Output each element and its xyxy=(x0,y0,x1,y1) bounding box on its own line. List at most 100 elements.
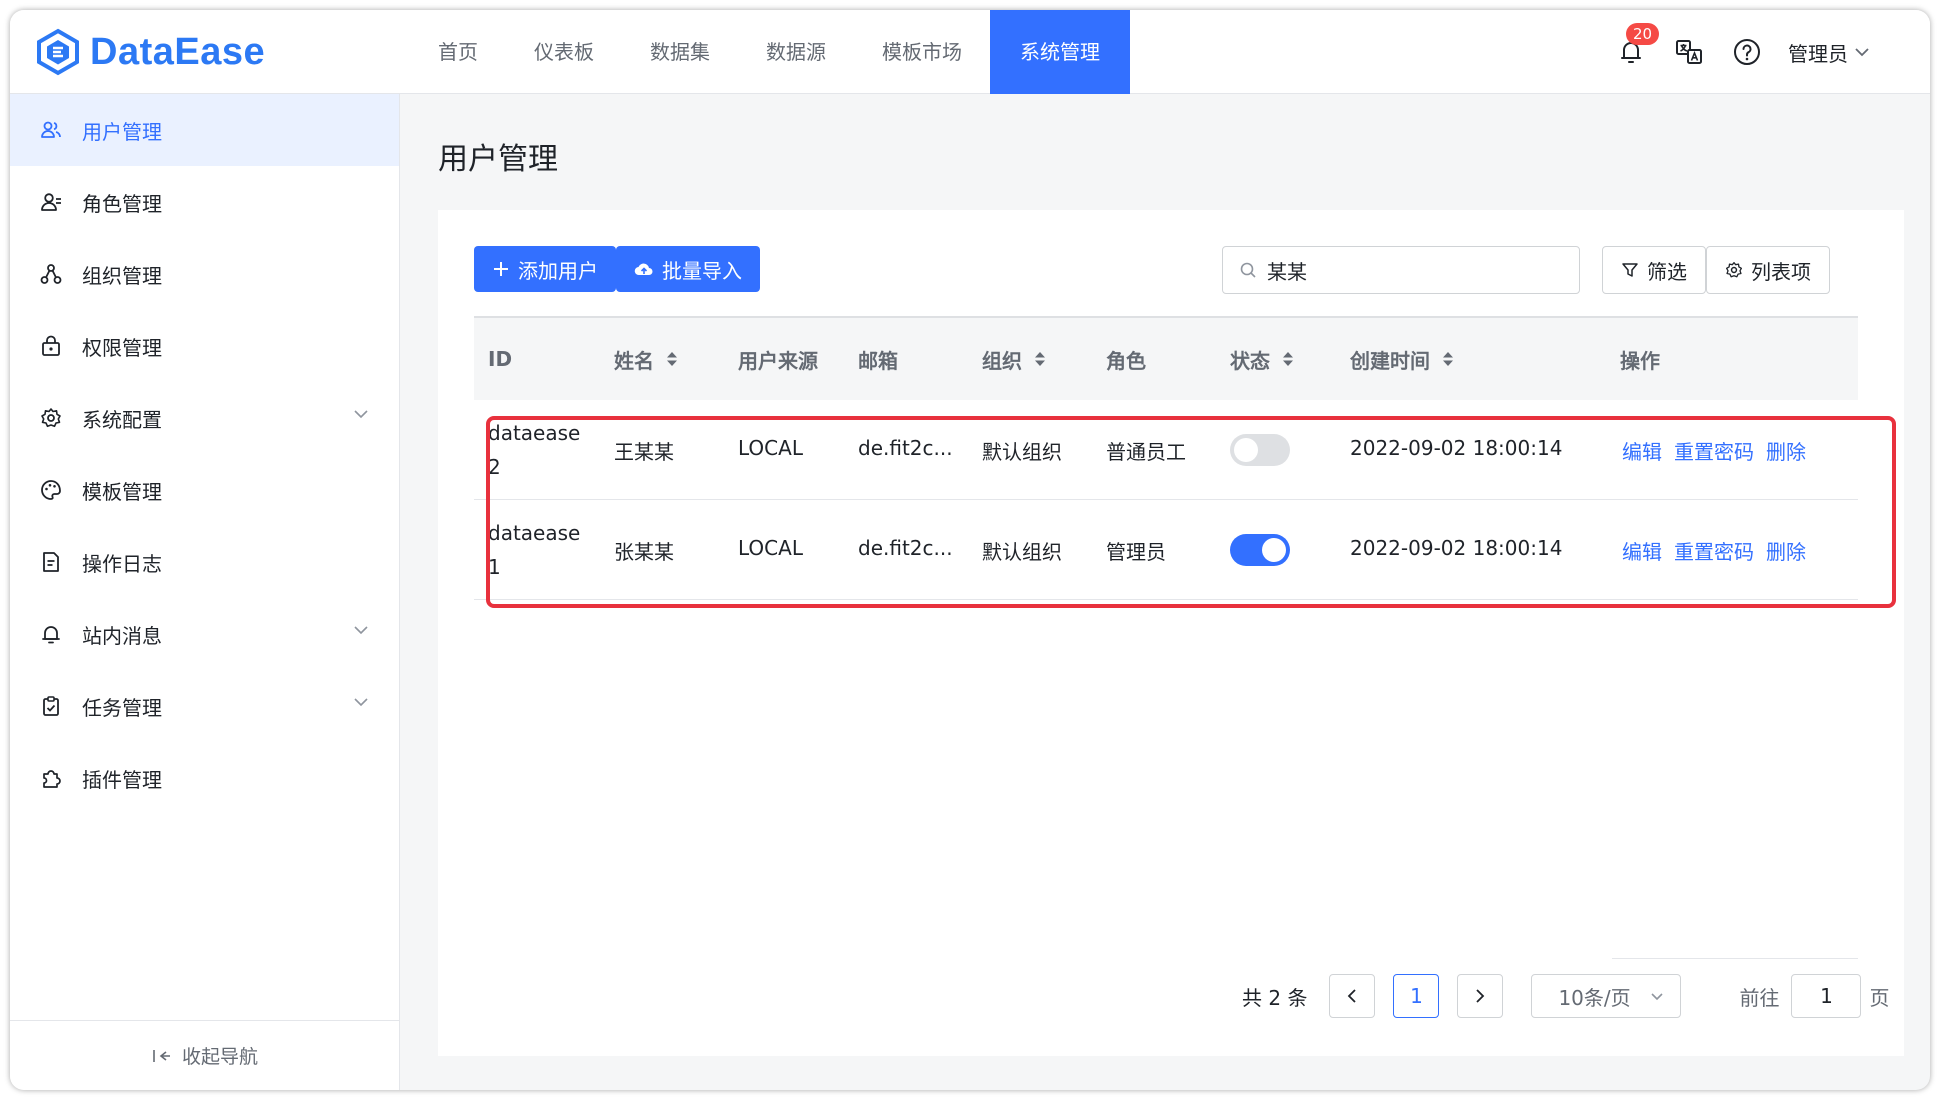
translate-icon xyxy=(1676,40,1702,64)
sort-icon xyxy=(667,352,677,366)
logo-text: DataEase xyxy=(90,30,266,73)
top-nav: 首页 仪表板 数据集 数据源 模板市场 系统管理 xyxy=(410,10,1130,94)
delete-link[interactable]: 删除 xyxy=(1766,540,1806,564)
sidebar-item-label: 系统配置 xyxy=(82,407,162,432)
cell-id: dataease 1 xyxy=(488,521,581,579)
filter-icon xyxy=(1622,263,1638,277)
column-header-id: ID xyxy=(488,347,513,371)
plugin-icon xyxy=(40,767,62,789)
edit-link[interactable]: 编辑 xyxy=(1622,540,1662,564)
table-row: dataease 2 王某某 LOCAL de.fit2c... 默认组织 普通员… xyxy=(474,400,1858,500)
next-page-button[interactable] xyxy=(1457,974,1504,1018)
sidebar-item-label: 组织管理 xyxy=(82,263,162,288)
edit-link[interactable]: 编辑 xyxy=(1622,440,1662,464)
sidebar-item-org-management[interactable]: 组织管理 xyxy=(10,238,399,310)
sidebar-item-site-messages[interactable]: 站内消息 xyxy=(10,598,399,670)
add-user-button[interactable]: 添加用户 xyxy=(474,246,616,292)
page-title: 用户管理 xyxy=(438,142,558,177)
dataease-logo-icon xyxy=(37,28,79,76)
collapse-nav-button[interactable]: 收起导航 xyxy=(10,1020,400,1090)
cell-id: dataease 2 xyxy=(488,421,581,479)
sidebar-item-role-management[interactable]: 角色管理 xyxy=(10,166,399,238)
help-button[interactable] xyxy=(1732,37,1762,67)
nav-datasource[interactable]: 数据源 xyxy=(738,10,854,94)
chevron-down-icon xyxy=(354,410,368,419)
sort-icon xyxy=(1283,352,1293,366)
user-table: ID 姓名 用户来源 邮箱 组织 角色 状态 创建时间 操作 dataease 2 xyxy=(474,316,1858,600)
palette-icon xyxy=(40,479,62,501)
sidebar-item-operation-log[interactable]: 操作日志 xyxy=(10,526,399,598)
column-header-name[interactable]: 姓名 xyxy=(614,345,678,374)
sidebar: 用户管理 角色管理 组织管理 权限管理 系统配置 模板管理 操作日志 站内消息 … xyxy=(10,94,400,1090)
user-list-card: 添加用户 批量导入 筛选 列表项 ID 姓名 用户来源 邮箱 xyxy=(438,210,1904,1056)
sidebar-item-label: 任务管理 xyxy=(82,695,162,720)
sidebar-item-label: 模板管理 xyxy=(82,479,162,504)
app-window: DataEase 首页 仪表板 数据集 数据源 模板市场 系统管理 20 管理员… xyxy=(10,10,1930,1090)
batch-import-button[interactable]: 批量导入 xyxy=(616,246,760,292)
role-icon xyxy=(40,191,62,213)
logo[interactable]: DataEase xyxy=(34,26,265,78)
sidebar-item-label: 站内消息 xyxy=(82,623,162,648)
chevron-right-icon xyxy=(1476,989,1485,1003)
cell-name: 张某某 xyxy=(614,540,674,564)
reset-password-link[interactable]: 重置密码 xyxy=(1674,540,1754,564)
help-icon xyxy=(1734,39,1760,65)
nav-home[interactable]: 首页 xyxy=(410,10,506,94)
sidebar-item-system-config[interactable]: 系统配置 xyxy=(10,382,399,454)
table-header: ID 姓名 用户来源 邮箱 组织 角色 状态 创建时间 操作 xyxy=(474,316,1858,400)
nav-dataset[interactable]: 数据集 xyxy=(622,10,738,94)
filter-button[interactable]: 筛选 xyxy=(1602,246,1706,294)
notification-button[interactable]: 20 xyxy=(1616,23,1660,67)
status-toggle[interactable] xyxy=(1230,534,1290,566)
column-settings-label: 列表项 xyxy=(1751,259,1811,284)
nav-dashboard[interactable]: 仪表板 xyxy=(506,10,622,94)
chevron-down-icon xyxy=(354,698,368,707)
chevron-left-icon xyxy=(1348,989,1357,1003)
clipboard-icon xyxy=(40,695,62,717)
notification-badge: 20 xyxy=(1626,23,1660,45)
sidebar-item-label: 权限管理 xyxy=(82,335,162,360)
pagination: 共 2 条 1 10条/页 前往 页 xyxy=(1242,974,1889,1018)
sidebar-item-template-management[interactable]: 模板管理 xyxy=(10,454,399,526)
nav-template-market[interactable]: 模板市场 xyxy=(854,10,990,94)
sidebar-item-task-management[interactable]: 任务管理 xyxy=(10,670,399,742)
goto-page-input[interactable] xyxy=(1791,974,1862,1018)
column-header-status[interactable]: 状态 xyxy=(1230,345,1294,374)
filter-label: 筛选 xyxy=(1647,259,1687,284)
collapse-arrow-icon xyxy=(153,1049,170,1062)
goto-prefix: 前往 xyxy=(1739,985,1780,1010)
chevron-down-icon xyxy=(354,626,368,635)
status-toggle[interactable] xyxy=(1230,434,1290,466)
search-input[interactable] xyxy=(1267,258,1557,282)
page-number-button[interactable]: 1 xyxy=(1393,974,1440,1018)
gear-icon xyxy=(40,407,62,429)
collapse-nav-label: 收起导航 xyxy=(181,1046,258,1068)
column-header-actions: 操作 xyxy=(1620,348,1660,373)
add-user-label: 添加用户 xyxy=(518,258,598,283)
delete-link[interactable]: 删除 xyxy=(1766,440,1806,464)
sort-icon xyxy=(1443,352,1453,366)
sidebar-item-plugin-management[interactable]: 插件管理 xyxy=(10,742,399,814)
users-icon xyxy=(40,119,62,141)
column-header-org[interactable]: 组织 xyxy=(982,345,1046,374)
sidebar-item-user-management[interactable]: 用户管理 xyxy=(10,94,399,166)
log-icon xyxy=(40,551,62,573)
reset-password-link[interactable]: 重置密码 xyxy=(1674,440,1754,464)
prev-page-button[interactable] xyxy=(1329,974,1376,1018)
lock-icon xyxy=(40,335,62,357)
sidebar-item-permission-management[interactable]: 权限管理 xyxy=(10,310,399,382)
column-settings-button[interactable]: 列表项 xyxy=(1706,246,1830,294)
top-header: DataEase 首页 仪表板 数据集 数据源 模板市场 系统管理 20 管理员 xyxy=(10,10,1930,94)
page-size-value: 10条/页 xyxy=(1558,985,1631,1010)
user-menu[interactable]: 管理员 xyxy=(1788,38,1870,67)
plus-icon xyxy=(494,262,508,276)
language-button[interactable] xyxy=(1674,37,1704,67)
column-header-source: 用户来源 xyxy=(738,348,818,373)
page-size-select[interactable]: 10条/页 xyxy=(1531,974,1682,1018)
column-header-created[interactable]: 创建时间 xyxy=(1350,345,1454,374)
cell-email: de.fit2c... xyxy=(858,536,953,560)
nav-system-management[interactable]: 系统管理 xyxy=(990,10,1130,94)
cell-name: 王某某 xyxy=(614,440,674,464)
org-icon xyxy=(40,263,62,285)
search-box[interactable] xyxy=(1222,246,1580,294)
